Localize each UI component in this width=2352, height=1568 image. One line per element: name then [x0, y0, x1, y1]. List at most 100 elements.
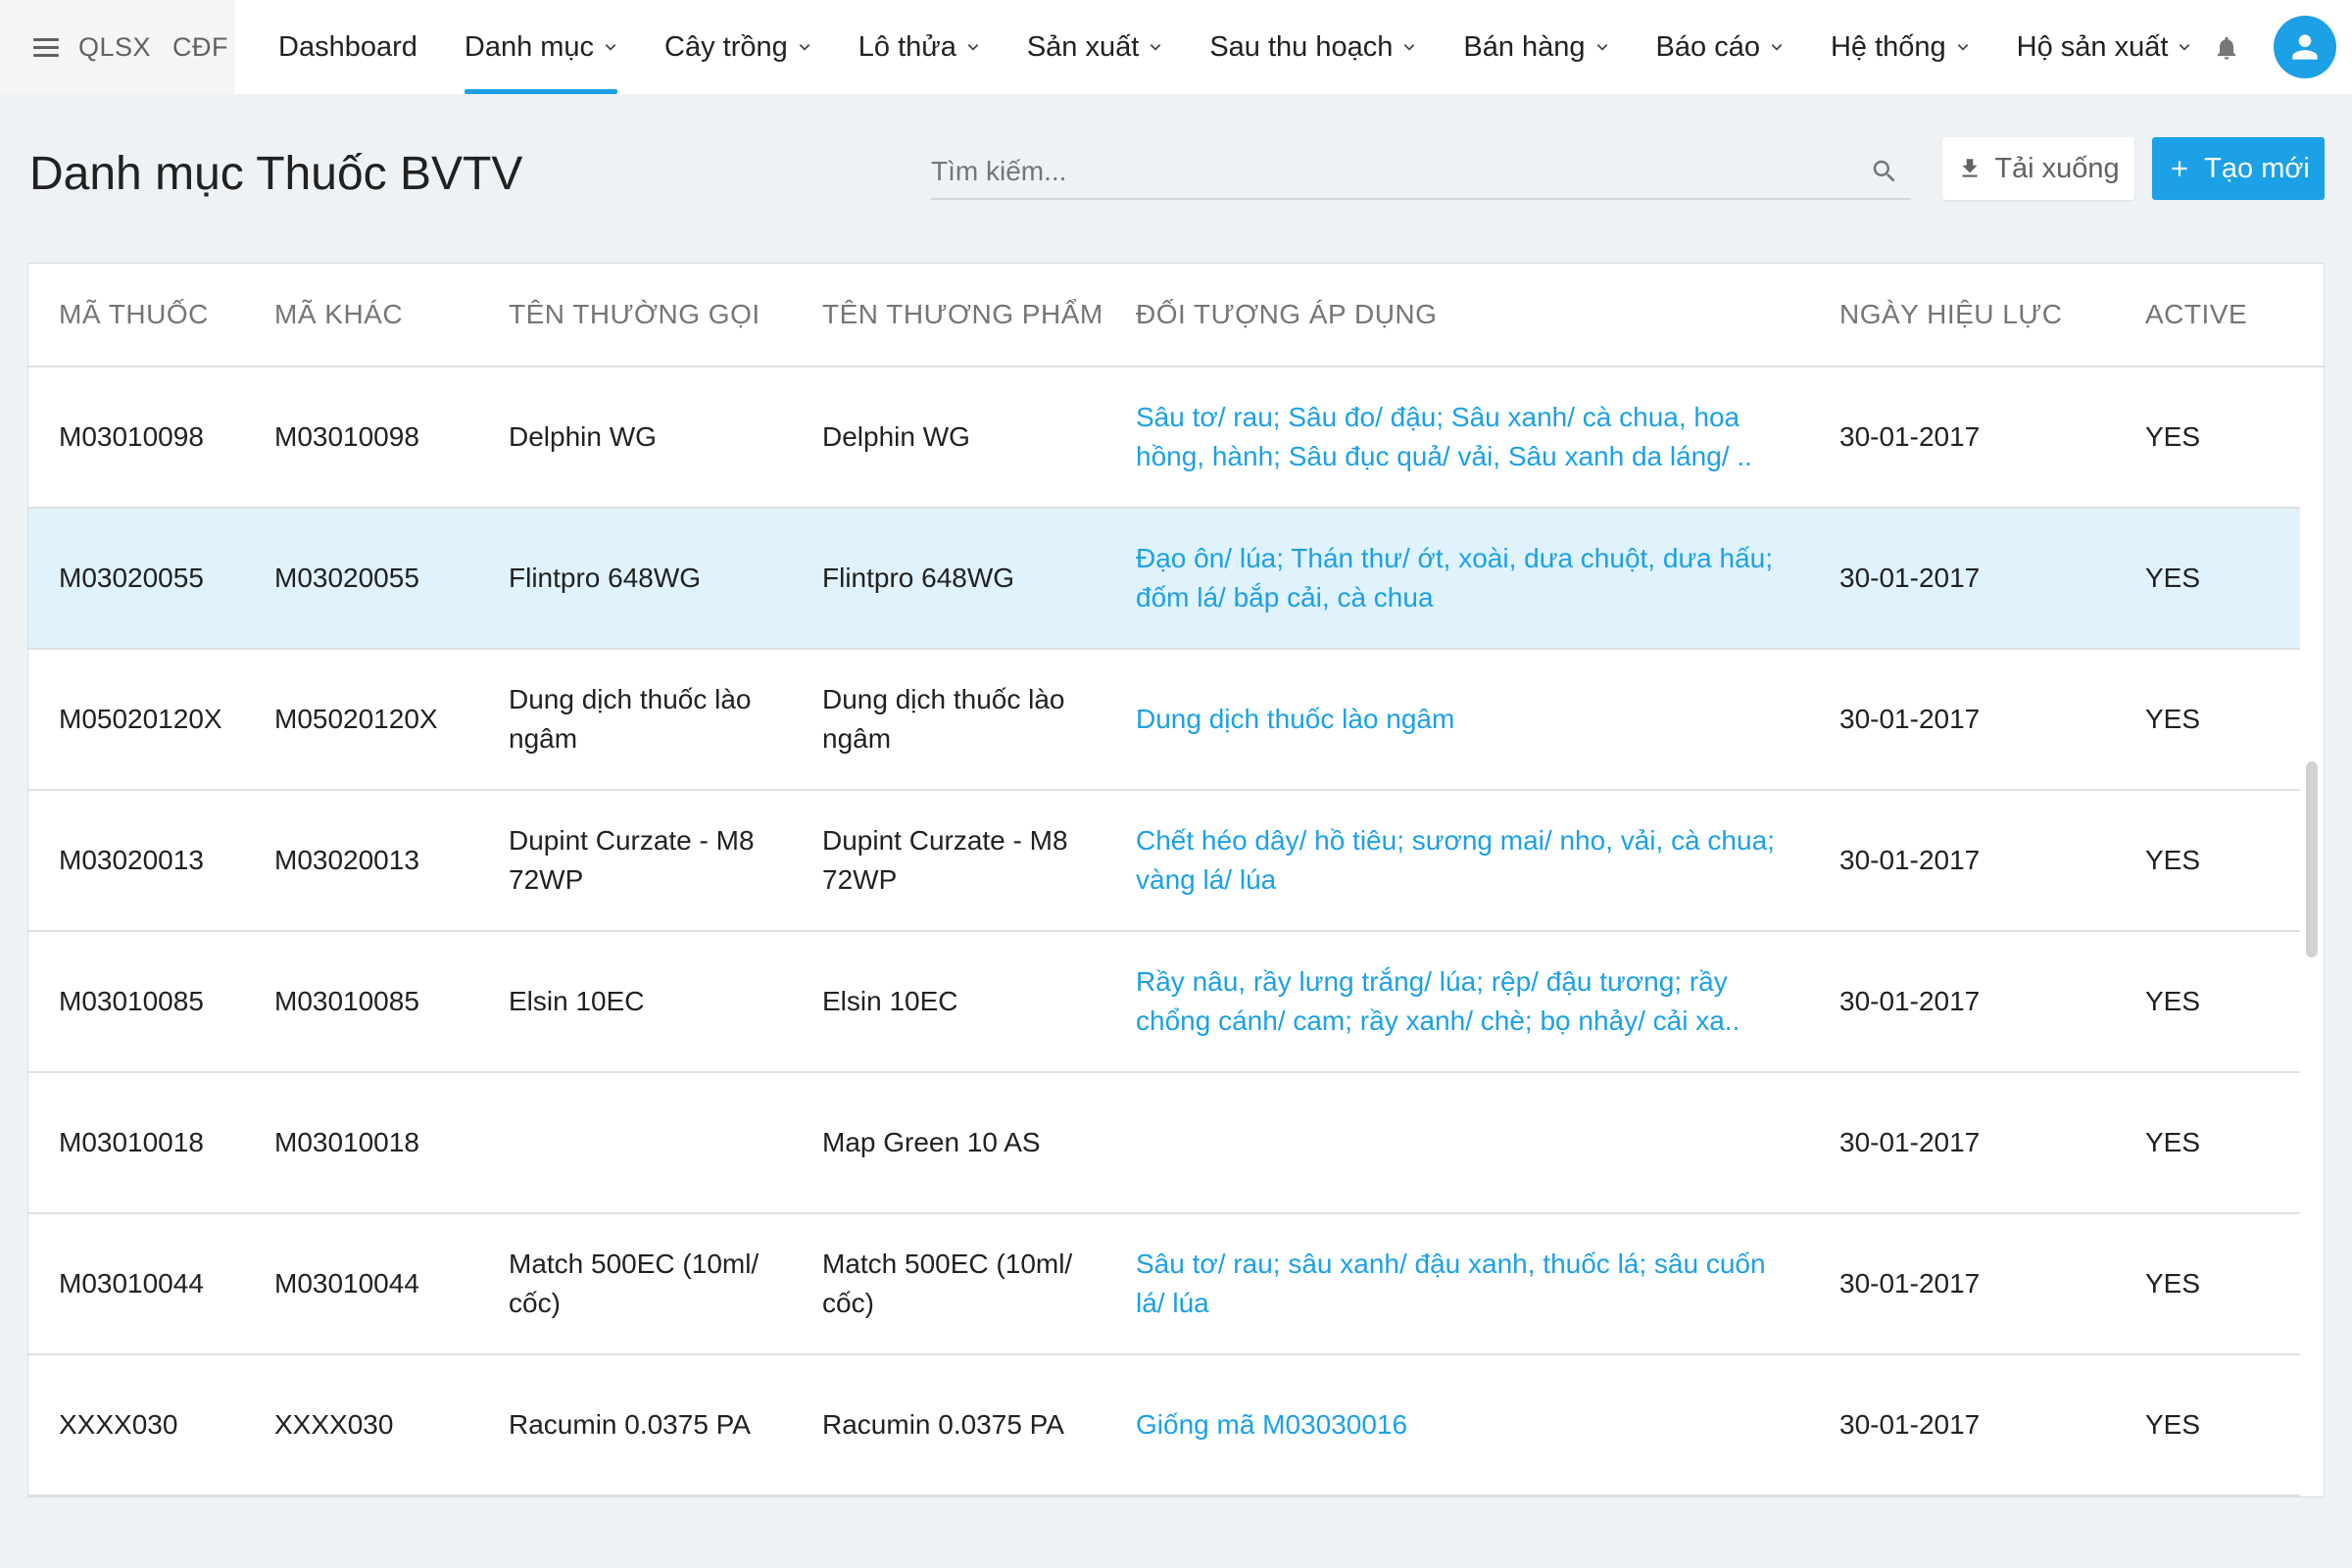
- cell-ten-thuong-pham: Dupint Curzate - M8 72WP: [792, 821, 1105, 900]
- cell-ma-thuoc-text: M03010044: [59, 1268, 204, 1298]
- cell-ten-thuong-pham: Map Green 10 AS: [792, 1123, 1105, 1162]
- cell-ma-thuoc-text: XXXX030: [59, 1409, 178, 1440]
- nav-item-label: Lô thửa: [858, 30, 956, 63]
- search-input[interactable]: [931, 156, 1833, 187]
- nav-item-3[interactable]: Lô thửa: [835, 0, 1004, 94]
- chevron-down-icon: [799, 44, 810, 51]
- pesticide-table: MÃ THUỐC MÃ KHÁC TÊN THƯỜNG GỌI TÊN THƯƠNG …: [27, 263, 2325, 1497]
- cell-doi-tuong[interactable]: Sâu tơ/ rau; Sâu đo/ đậu; Sâu xanh/ cà c…: [1105, 398, 1809, 476]
- table-row[interactable]: M05020120X M05020120X Dung dịch thuốc lào …: [28, 650, 2300, 791]
- nav-item-0[interactable]: Dashboard: [255, 0, 441, 94]
- cell-ma-thuoc: M03020055: [28, 559, 244, 598]
- cell-ma-thuoc: M03020013: [28, 841, 244, 880]
- cell-doi-tuong[interactable]: Sâu tơ/ rau; sâu xanh/ đậu xanh, thuốc l…: [1105, 1245, 1809, 1323]
- cell-ngay-hieu-luc: 30-01-2017: [1809, 841, 2115, 880]
- nav-item-label: Sau thu hoạch: [1209, 30, 1394, 63]
- cell-doi-tuong[interactable]: Đạo ôn/ lúa; Thán thư/ ớt, xoài, dưa chu…: [1105, 539, 1809, 617]
- cell-ma-khac: M03010098: [244, 417, 478, 457]
- cell-ngay-hieu-luc: 30-01-2017: [1809, 1264, 2115, 1303]
- nav-item-label: Bán hàng: [1463, 30, 1586, 63]
- cell-ten-thuong-pham: Dung dịch thuốc lào ngâm: [792, 680, 1105, 759]
- cell-doi-tuong-text: Giống mã M03030016: [1136, 1409, 1408, 1440]
- cell-ten-goi-text: Elsin 10EC: [509, 986, 645, 1016]
- table-body: M03010098 M03010098 Delphin WG Delphin WG Sâ…: [28, 368, 2324, 1496]
- chevron-down-icon: [1404, 44, 1415, 51]
- chevron-down-icon: [2180, 44, 2190, 51]
- cell-ngay-hieu-luc: 30-01-2017: [1809, 559, 2115, 598]
- cell-ten-goi-text: Dupint Curzate - M8 72WP: [509, 825, 755, 895]
- table-row[interactable]: M03010085 M03010085 Elsin 10EC Elsin 10EC Rầ…: [28, 932, 2300, 1073]
- search-icon[interactable]: [1870, 157, 1899, 186]
- notification-bell-icon[interactable]: [2213, 33, 2240, 63]
- brand-block: QLSX CĐF: [0, 0, 235, 94]
- cell-doi-tuong-text: Sâu tơ/ rau; Sâu đo/ đậu; Sâu xanh/ cà c…: [1136, 402, 1752, 471]
- cell-ten-thuong-pham-text: Map Green 10 AS: [822, 1127, 1041, 1157]
- cell-ten-goi: Dupint Curzate - M8 72WP: [478, 821, 792, 900]
- user-avatar[interactable]: [2274, 16, 2336, 78]
- nav-item-9[interactable]: Hộ sản xuất: [1993, 0, 2216, 94]
- cell-ma-khac: M03020055: [244, 559, 478, 598]
- table-row[interactable]: M03020013 M03020013 Dupint Curzate - M8 72…: [28, 791, 2300, 932]
- column-header[interactable]: TÊN THƯƠNG PHẨM: [792, 299, 1105, 330]
- brand-qlsx[interactable]: QLSX: [78, 32, 151, 63]
- scrollbar-thumb[interactable]: [2306, 761, 2318, 957]
- cell-active-text: YES: [2145, 986, 2201, 1016]
- nav-item-8[interactable]: Hệ thống: [1807, 0, 1993, 94]
- cell-ten-goi-text: Delphin WG: [509, 421, 657, 452]
- nav-item-2[interactable]: Cây trồng: [641, 0, 835, 94]
- nav-item-label: Cây trồng: [664, 30, 788, 63]
- cell-ten-thuong-pham: Racumin 0.0375 PA: [792, 1405, 1105, 1445]
- cell-ma-khac: XXXX030: [244, 1405, 478, 1445]
- cell-doi-tuong[interactable]: Dung dịch thuốc lào ngâm: [1105, 700, 1809, 739]
- column-header[interactable]: MÃ KHÁC: [244, 299, 478, 330]
- column-header[interactable]: NGÀY HIỆU LỰC: [1809, 299, 2115, 330]
- cell-ma-khac: M03010044: [244, 1264, 478, 1303]
- table-scrollbar[interactable]: [2304, 369, 2320, 1496]
- cell-doi-tuong[interactable]: Chết héo dây/ hồ tiêu; sương mai/ nho, v…: [1105, 821, 1809, 900]
- cell-active: YES: [2115, 982, 2300, 1021]
- nav-item-5[interactable]: Sau thu hoạch: [1186, 0, 1440, 94]
- column-header[interactable]: MÃ THUỐC: [28, 299, 244, 330]
- nav-item-1[interactable]: Danh mục: [441, 0, 641, 94]
- chevron-down-icon: [1957, 44, 1968, 51]
- cell-ma-khac-text: M03020055: [274, 563, 419, 593]
- person-icon: [2292, 34, 2318, 60]
- column-header[interactable]: ĐỐI TƯỢNG ÁP DỤNG: [1105, 299, 1809, 330]
- table-row[interactable]: M03020055 M03020055 Flintpro 648WG Flintpro…: [28, 509, 2300, 650]
- brand-cdf[interactable]: CĐF: [172, 32, 228, 63]
- cell-active: YES: [2115, 417, 2300, 457]
- cell-ma-thuoc: M03010018: [28, 1123, 244, 1162]
- table-header: MÃ THUỐC MÃ KHÁC TÊN THƯỜNG GỌI TÊN THƯƠNG …: [28, 264, 2324, 368]
- chevron-down-icon: [605, 44, 616, 51]
- table-row[interactable]: XXXX030 XXXX030 Racumin 0.0375 PA Racumin 0…: [28, 1355, 2300, 1496]
- cell-ten-goi-text: Racumin 0.0375 PA: [509, 1409, 751, 1440]
- cell-ten-thuong-pham-text: Match 500EC (10ml/ cốc): [822, 1249, 1073, 1318]
- nav-item-7[interactable]: Báo cáo: [1633, 0, 1807, 94]
- cell-ngay-hieu-luc-text: 30-01-2017: [1839, 845, 1981, 875]
- table-row[interactable]: M03010098 M03010098 Delphin WG Delphin WG Sâ…: [28, 368, 2300, 509]
- download-button[interactable]: Tải xuống: [1942, 137, 2134, 200]
- plus-icon: [2172, 161, 2187, 176]
- search-bar: [931, 145, 1911, 200]
- cell-ma-khac-text: M03010044: [274, 1268, 419, 1298]
- cell-ten-goi: Match 500EC (10ml/ cốc): [478, 1245, 792, 1323]
- nav-item-label: Hệ thống: [1830, 30, 1946, 63]
- cell-ten-goi: Flintpro 648WG: [478, 559, 792, 598]
- hamburger-menu-icon[interactable]: [33, 37, 59, 57]
- create-new-button[interactable]: Tạo mới: [2152, 137, 2325, 200]
- cell-ngay-hieu-luc: 30-01-2017: [1809, 417, 2115, 457]
- column-header[interactable]: TÊN THƯỜNG GỌI: [478, 299, 792, 330]
- nav-item-label: Báo cáo: [1655, 30, 1760, 63]
- table-row[interactable]: M03010018 M03010018 Map Green 10 AS 30-01-2…: [28, 1073, 2300, 1214]
- cell-doi-tuong[interactable]: Giống mã M03030016: [1105, 1405, 1809, 1445]
- cell-doi-tuong[interactable]: Rầy nâu, rầy lưng trắng/ lúa; rệp/ đậu t…: [1105, 962, 1809, 1041]
- nav-item-4[interactable]: Sản xuất: [1004, 0, 1186, 94]
- cell-ma-khac-text: M05020120X: [274, 704, 438, 734]
- cell-doi-tuong-text: Rầy nâu, rầy lưng trắng/ lúa; rệp/ đậu t…: [1136, 966, 1740, 1036]
- cell-ngay-hieu-luc-text: 30-01-2017: [1839, 563, 1981, 593]
- nav-item-6[interactable]: Bán hàng: [1440, 0, 1632, 94]
- column-header[interactable]: ACTIVE: [2115, 299, 2300, 330]
- table-row[interactable]: M03010044 M03010044 Match 500EC (10ml/ cốc…: [28, 1214, 2300, 1355]
- cell-ten-goi: Delphin WG: [478, 417, 792, 457]
- cell-active-text: YES: [2145, 845, 2201, 875]
